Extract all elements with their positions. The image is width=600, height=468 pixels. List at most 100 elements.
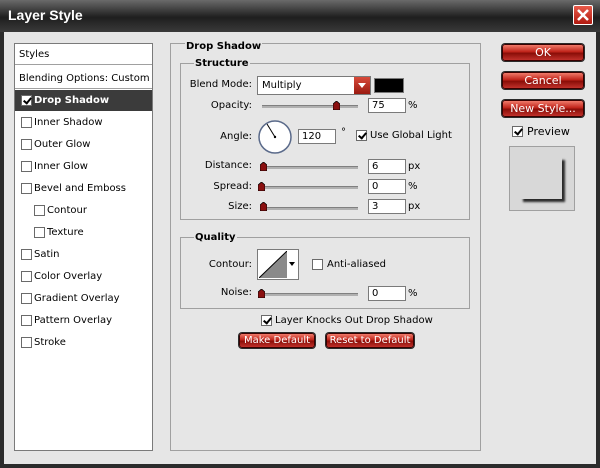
anti-aliased-label: Anti-aliased	[327, 259, 387, 270]
layer-style-dialog: Layer Style Styles Blending Options: Cus…	[0, 0, 600, 468]
close-button[interactable]	[573, 5, 593, 25]
style-item-texture[interactable]: Texture	[15, 222, 152, 243]
blend-mode-label: Blend Mode:	[189, 79, 252, 90]
blend-mode-value: Multiply	[262, 80, 302, 91]
opacity-slider-thumb[interactable]	[333, 101, 340, 110]
window-frame-left	[0, 32, 4, 468]
window-frame-right	[596, 32, 600, 468]
anti-aliased-checkbox[interactable]	[312, 259, 323, 270]
style-item-color-overlay[interactable]: Color Overlay	[15, 266, 152, 287]
style-item-inner-shadow[interactable]: Inner Shadow	[15, 112, 152, 133]
styles-header-label: Styles	[19, 49, 50, 60]
drop-shadow-title: Drop Shadow	[185, 41, 263, 52]
noise-unit: %	[408, 288, 418, 299]
blending-options-label: Blending Options: Custom	[19, 73, 150, 84]
opacity-unit: %	[408, 100, 418, 111]
style-item-drop-shadow[interactable]: Drop Shadow	[15, 90, 152, 111]
angle-unit: °	[341, 127, 346, 138]
color-overlay-checkbox[interactable]	[21, 271, 32, 282]
size-unit: px	[408, 201, 421, 212]
inner-glow-label: Inner Glow	[34, 161, 88, 172]
contour-linear-icon	[259, 251, 287, 278]
preview-checkbox[interactable]	[512, 126, 523, 137]
use-global-light-checkbox[interactable]	[356, 130, 367, 141]
distance-input[interactable]: 6	[368, 159, 406, 174]
noise-slider-thumb[interactable]	[258, 289, 265, 298]
reset-to-default-button[interactable]: Reset to Default	[326, 333, 414, 348]
shadow-color-swatch[interactable]	[374, 78, 404, 93]
distance-unit: px	[408, 161, 421, 172]
satin-label: Satin	[34, 249, 60, 260]
inner-shadow-label: Inner Shadow	[34, 117, 103, 128]
spread-slider-thumb[interactable]	[258, 182, 265, 191]
quality-group	[180, 237, 470, 309]
size-slider-thumb[interactable]	[260, 202, 267, 211]
structure-title: Structure	[194, 58, 250, 69]
cancel-button[interactable]: Cancel	[502, 72, 584, 89]
title-bar[interactable]: Layer Style	[0, 0, 600, 32]
distance-label: Distance:	[204, 160, 252, 171]
contour-checkbox[interactable]	[34, 205, 45, 216]
angle-input[interactable]: 120	[298, 129, 336, 144]
style-item-pattern-overlay[interactable]: Pattern Overlay	[15, 310, 152, 331]
bevel-emboss-checkbox[interactable]	[21, 183, 32, 194]
window-title: Layer Style	[8, 7, 83, 23]
outer-glow-label: Outer Glow	[34, 139, 91, 150]
blend-mode-select[interactable]: Multiply	[257, 76, 371, 95]
angle-dial[interactable]	[257, 119, 293, 155]
styles-header-item[interactable]: Styles	[15, 44, 152, 65]
size-slider-track[interactable]	[262, 207, 358, 210]
color-overlay-label: Color Overlay	[34, 271, 103, 282]
texture-label: Texture	[47, 227, 84, 238]
knockout-label: Layer Knocks Out Drop Shadow	[275, 315, 433, 326]
make-default-button[interactable]: Make Default	[239, 333, 315, 348]
close-icon	[577, 9, 589, 21]
style-item-stroke[interactable]: Stroke	[15, 332, 152, 353]
spread-label: Spread:	[213, 181, 252, 192]
gradient-overlay-checkbox[interactable]	[21, 293, 32, 304]
style-item-satin[interactable]: Satin	[15, 244, 152, 265]
bevel-emboss-label: Bevel and Emboss	[34, 183, 126, 194]
style-item-inner-glow[interactable]: Inner Glow	[15, 156, 152, 177]
distance-slider-track[interactable]	[262, 166, 358, 169]
style-item-bevel-emboss[interactable]: Bevel and Emboss	[15, 178, 152, 199]
style-item-gradient-overlay[interactable]: Gradient Overlay	[15, 288, 152, 309]
size-input[interactable]: 3	[368, 199, 406, 214]
spread-unit: %	[408, 181, 418, 192]
window-frame-bottom	[0, 464, 600, 468]
noise-slider-track[interactable]	[262, 293, 358, 296]
use-global-light-label: Use Global Light	[370, 130, 452, 141]
drop-shadow-label: Drop Shadow	[34, 95, 110, 106]
noise-input[interactable]: 0	[368, 286, 406, 301]
contour-picker[interactable]	[257, 249, 299, 280]
gradient-overlay-label: Gradient Overlay	[34, 293, 120, 304]
styles-list: Styles Blending Options: Custom Drop Sha…	[14, 43, 153, 451]
stroke-checkbox[interactable]	[21, 337, 32, 348]
angle-label: Angle:	[220, 131, 252, 142]
knockout-checkbox[interactable]	[261, 315, 272, 326]
style-item-outer-glow[interactable]: Outer Glow	[15, 134, 152, 155]
satin-checkbox[interactable]	[21, 249, 32, 260]
opacity-input[interactable]: 75	[368, 98, 406, 113]
texture-checkbox[interactable]	[34, 227, 45, 238]
ok-button[interactable]: OK	[502, 44, 584, 61]
spread-slider-track[interactable]	[262, 186, 358, 189]
style-item-contour[interactable]: Contour	[15, 200, 152, 221]
new-style-button[interactable]: New Style...	[502, 100, 584, 117]
inner-shadow-checkbox[interactable]	[21, 117, 32, 128]
spread-input[interactable]: 0	[368, 179, 406, 194]
blending-options-item[interactable]: Blending Options: Custom	[15, 68, 152, 89]
quality-title: Quality	[194, 232, 237, 243]
distance-slider-thumb[interactable]	[260, 162, 267, 171]
opacity-label: Opacity:	[210, 100, 252, 111]
size-label: Size:	[228, 201, 252, 212]
pattern-overlay-checkbox[interactable]	[21, 315, 32, 326]
noise-label: Noise:	[220, 287, 252, 298]
drop-shadow-checkbox[interactable]	[21, 95, 32, 106]
inner-glow-checkbox[interactable]	[21, 161, 32, 172]
chevron-down-icon	[289, 262, 295, 266]
opacity-slider-track[interactable]	[262, 105, 358, 108]
outer-glow-checkbox[interactable]	[21, 139, 32, 150]
chevron-down-icon	[354, 77, 370, 94]
preview-swatch	[520, 157, 562, 199]
